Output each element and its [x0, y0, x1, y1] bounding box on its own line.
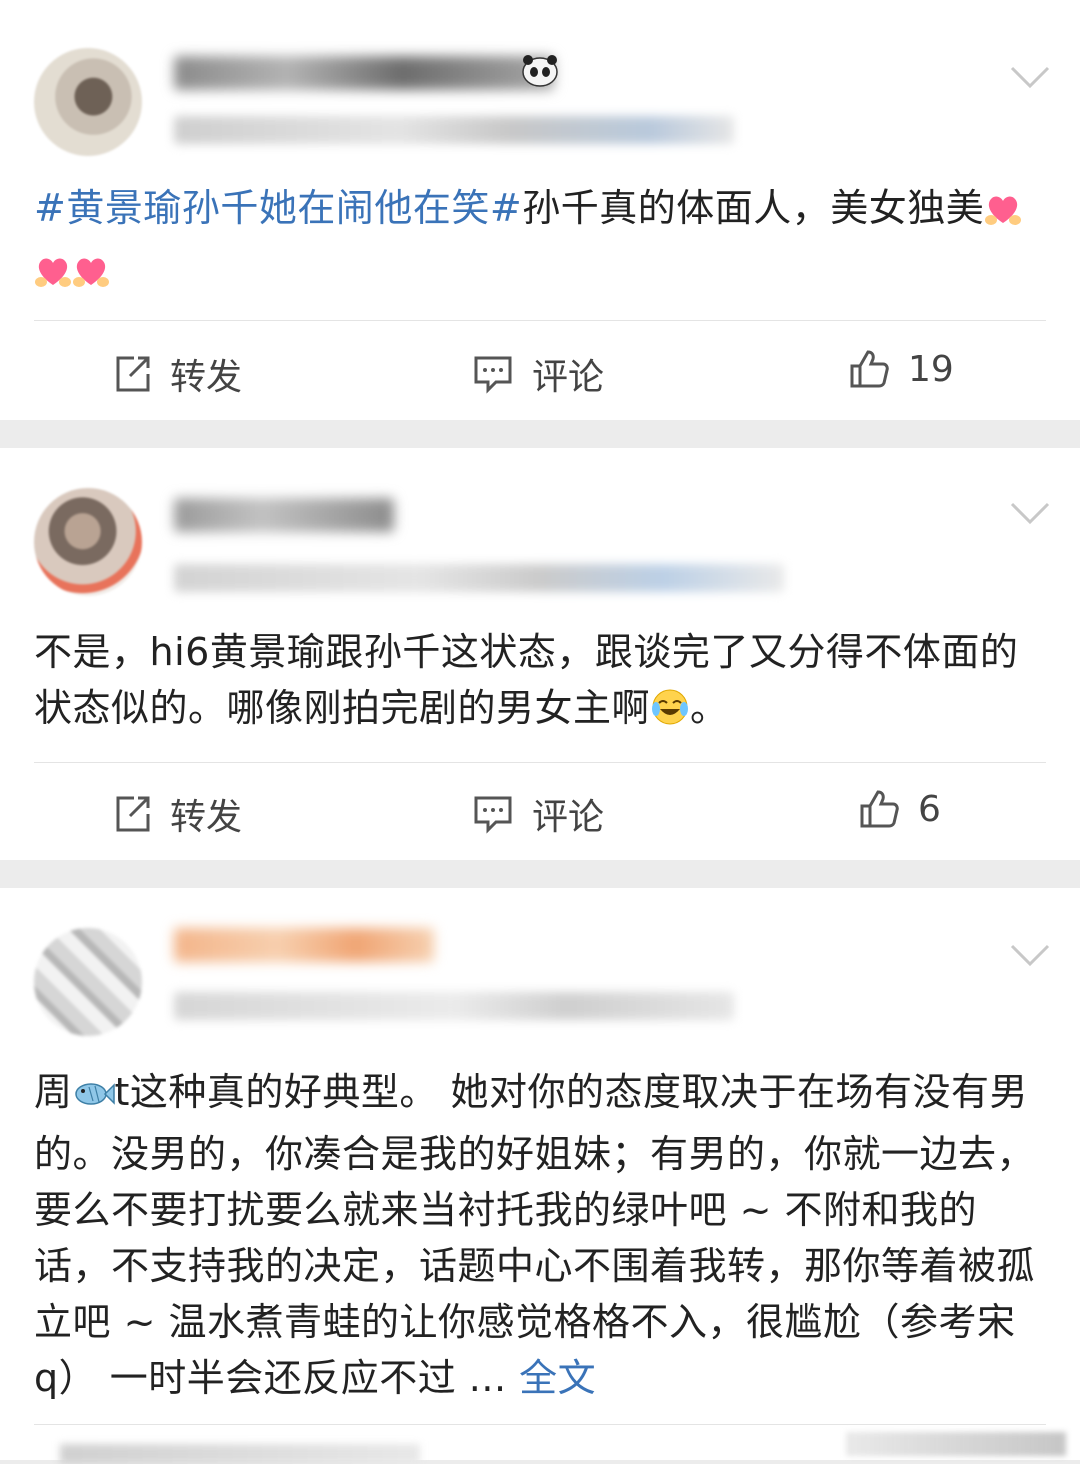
comment-icon	[474, 796, 512, 834]
repost-icon	[116, 796, 150, 832]
heart-hands-emoji-icon	[984, 186, 1022, 242]
post-card: 不是，hi6黄景瑜跟孙千这状态，跟谈完了又分得不体面的状态似的。哪像刚拍完剧的男…	[0, 448, 1080, 860]
thumbs-up-icon	[850, 350, 889, 388]
post-text-body: 孙千真的体面人，美女独美	[522, 186, 985, 230]
comment-icon	[474, 356, 512, 394]
like-count: 6	[918, 788, 941, 830]
username-blurred[interactable]	[174, 56, 554, 90]
avatar[interactable]	[34, 48, 142, 156]
repost-button[interactable]: 转发	[112, 348, 242, 400]
post-text: 周 t这种真的好典型。 她对你的态度取决于在场有没有男的。没男的，你凑合是我的好姐…	[34, 1064, 1044, 1406]
fish-emoji-icon	[73, 1070, 115, 1126]
repost-icon	[116, 356, 150, 392]
post-meta-blurred	[174, 564, 784, 592]
read-more-link[interactable]: 全文	[519, 1356, 596, 1400]
watermark	[846, 1432, 1066, 1456]
thumbs-up-icon	[860, 790, 899, 828]
comment-label: 评论	[532, 357, 605, 398]
divider	[34, 762, 1046, 763]
post-card: #黄景瑜孙千她在闹他在笑#孙千真的体面人，美女独美 转发 评论 19	[0, 0, 1080, 420]
repost-button[interactable]: 转发	[112, 788, 242, 840]
post-meta-blurred	[174, 992, 734, 1020]
username-blurred[interactable]	[174, 928, 434, 962]
avatar[interactable]	[34, 488, 142, 596]
post-text: #黄景瑜孙千她在闹他在笑#孙千真的体面人，美女独美	[34, 180, 1044, 304]
divider	[34, 1424, 1046, 1425]
comment-button[interactable]: 评论	[472, 348, 604, 400]
post-text-start: 周	[34, 1070, 73, 1114]
panda-icon	[522, 55, 558, 87]
laugh-cry-emoji-icon	[650, 686, 690, 742]
post-text-end: 。	[690, 686, 729, 730]
heart-hands-emoji-icon	[72, 248, 110, 304]
post-meta-blurred	[174, 116, 734, 144]
divider	[34, 320, 1046, 321]
heart-hands-emoji-icon	[34, 248, 72, 304]
action-bar-partial	[60, 1444, 420, 1464]
comment-label: 评论	[532, 797, 605, 838]
repost-label: 转发	[170, 357, 243, 398]
repost-label: 转发	[170, 797, 243, 838]
post-card: 周 t这种真的好典型。 她对你的态度取决于在场有没有男的。没男的，你凑合是我的好姐…	[0, 888, 1080, 1464]
post-text-body: t这种真的好典型。 她对你的态度取决于在场有没有男的。没男的，你凑合是我的好姐妹…	[34, 1070, 1036, 1400]
post-text: 不是，hi6黄景瑜跟孙千这状态，跟谈完了又分得不体面的状态似的。哪像刚拍完剧的男…	[34, 624, 1044, 742]
avatar[interactable]	[34, 928, 142, 1036]
like-button[interactable]: 19	[848, 348, 954, 390]
comment-button[interactable]: 评论	[472, 788, 604, 840]
chevron-down-icon[interactable]	[1008, 940, 1052, 970]
chevron-down-icon[interactable]	[1008, 498, 1052, 528]
post-text-body: 不是，hi6黄景瑜跟孙千这状态，跟谈完了又分得不体面的状态似的。哪像刚拍完剧的男…	[34, 630, 1019, 730]
like-count: 19	[908, 348, 954, 390]
like-button[interactable]: 6	[858, 788, 941, 830]
username-blurred[interactable]	[174, 498, 394, 532]
chevron-down-icon[interactable]	[1008, 62, 1052, 92]
topic-link[interactable]: #黄景瑜孙千她在闹他在笑#	[34, 186, 522, 230]
